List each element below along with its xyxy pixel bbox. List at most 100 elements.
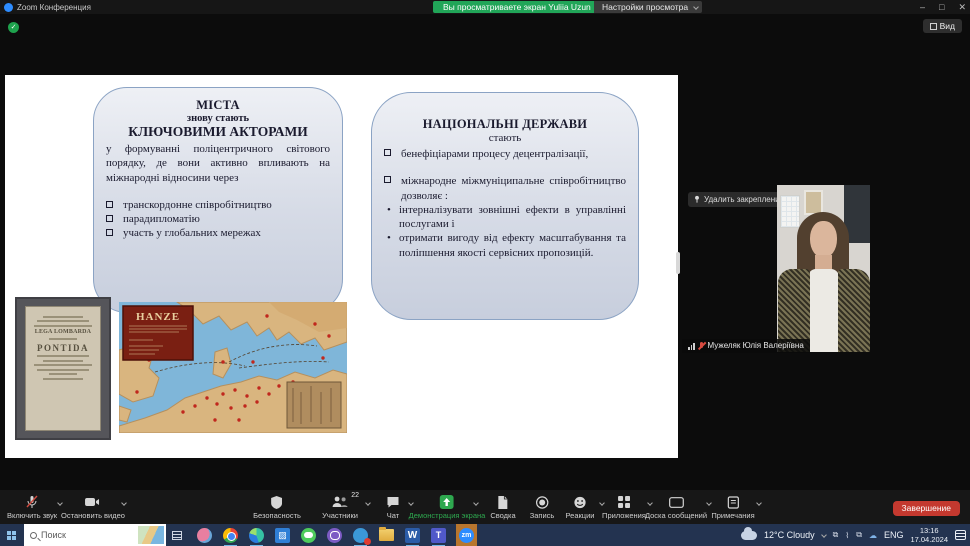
app-icon-chrome[interactable] <box>222 527 239 544</box>
security-shield-icon[interactable]: ✓ <box>8 22 19 33</box>
app-icon-file-explorer[interactable] <box>378 527 395 544</box>
hidden-icons-chevron[interactable] <box>821 532 827 538</box>
app-icon-teams[interactable]: T <box>430 527 447 544</box>
pontida-plaque-image: LEGA LOMBARDA PONTIDA <box>15 297 111 440</box>
close-button[interactable]: ✕ <box>958 2 966 13</box>
app-icon-mail[interactable]: ▨ <box>274 527 291 544</box>
onedrive-cloud-icon[interactable]: ☁ <box>869 531 877 540</box>
plaque-line <box>49 338 77 340</box>
weather-text[interactable]: 12°C Cloudy <box>764 530 815 540</box>
windows-taskbar: Поиск ▨ W T zm 12°C Cloudy ⧉ ⌇ ⧉ ☁ ENG <box>0 524 970 546</box>
participants-options-chevron[interactable] <box>365 500 371 506</box>
box1-bullet-list: транскордонне співробітництво парадиплом… <box>106 199 330 239</box>
box2-title: НАЦІОНАЛЬНІ ДЕРЖАВИ <box>384 117 626 132</box>
zoom-toolbar: Включить звук Остановить видео Безопасно… <box>0 490 970 524</box>
document-icon <box>497 495 508 509</box>
reactions-button[interactable]: Реакции <box>566 495 595 520</box>
box1-subtitle: знову стають <box>106 113 330 124</box>
slide-box-states: НАЦІОНАЛЬНІ ДЕРЖАВИ стають бенефіціарами… <box>371 92 639 320</box>
minimize-button[interactable]: – <box>920 2 925 12</box>
window-title: Zoom Конференция <box>17 3 91 12</box>
dot-bullet-icon: • <box>387 203 391 217</box>
whiteboard-button[interactable]: Доска сообщений <box>645 495 707 520</box>
plaque-line <box>34 364 92 366</box>
app-icon-paint3d[interactable] <box>196 527 213 544</box>
list-item: •отримати вигоду від ефекту масштабуванн… <box>384 231 626 260</box>
end-meeting-button[interactable]: Завершение <box>893 501 960 516</box>
record-button[interactable]: Запись <box>530 495 555 520</box>
hanse-map-image: HANZE <box>119 302 347 433</box>
search-placeholder: Поиск <box>41 530 66 540</box>
notes-icon <box>727 495 739 509</box>
start-button[interactable] <box>0 524 24 546</box>
square-bullet-icon <box>106 201 113 208</box>
share-screen-button[interactable]: Демонстрация экрана <box>409 495 486 520</box>
plaque-line <box>37 355 89 357</box>
security-button[interactable]: Безопасность <box>253 495 301 520</box>
share-screen-icon <box>440 495 454 509</box>
title-bar: Zoom Конференция Вы просматриваете экран… <box>0 0 970 14</box>
app-icon-wechat[interactable] <box>300 527 317 544</box>
list-item: парадипломатію <box>106 213 330 225</box>
notification-badge <box>364 538 371 545</box>
smiley-icon <box>573 495 586 509</box>
clock[interactable]: 13:16 17.04.2024 <box>910 526 948 545</box>
list-item: транскордонне співробітництво <box>106 199 330 211</box>
stop-video-button[interactable]: Остановить видео <box>61 495 125 520</box>
participants-button[interactable]: 22 Участники <box>322 495 358 520</box>
meeting-area: ✓ Вид МІСТА знову стають КЛЮЧОВИМИ АКТОР… <box>0 14 970 490</box>
person-shirt <box>808 269 839 352</box>
notification-center-icon[interactable] <box>955 530 966 540</box>
app-icon-messenger[interactable] <box>352 527 369 544</box>
box1-title2: КЛЮЧОВИМИ АКТОРАМИ <box>106 124 330 140</box>
plaque-line <box>34 325 92 327</box>
notes-options-chevron[interactable] <box>756 500 762 506</box>
app-icon-viber[interactable] <box>326 527 343 544</box>
dot-bullet-icon: • <box>387 231 391 245</box>
weather-cloud-icon[interactable] <box>741 531 757 540</box>
record-icon <box>535 495 548 509</box>
chat-button[interactable]: Чат <box>387 495 400 520</box>
view-button[interactable]: Вид <box>923 19 962 33</box>
app-icon-edge[interactable] <box>248 527 265 544</box>
apps-button[interactable]: Приложения <box>602 495 646 520</box>
language-indicator[interactable]: ENG <box>884 530 904 540</box>
wifi-icon[interactable]: ⌇ <box>845 531 849 540</box>
app-icon-zoom-active[interactable]: zm <box>456 524 477 546</box>
tray-page-icon[interactable]: ⧉ <box>833 530 839 540</box>
chevron-down-icon <box>693 4 699 10</box>
participant-name: Мужеляк Юлія Валеріївна <box>708 339 804 353</box>
plaque-line <box>37 320 89 322</box>
zoom-window: Zoom Конференция Вы просматриваете экран… <box>0 0 970 546</box>
signal-strength-icon <box>688 343 695 350</box>
task-view-button[interactable] <box>166 524 188 546</box>
taskbar-search-input[interactable]: Поиск <box>24 524 166 546</box>
panel-collapse-handle[interactable] <box>676 252 680 274</box>
summary-button[interactable]: Сводка <box>490 495 515 520</box>
app-icon-word[interactable]: W <box>404 527 421 544</box>
participant-video[interactable] <box>777 185 870 352</box>
box1-title: МІСТА <box>106 98 330 113</box>
slide-box-cities: МІСТА знову стають КЛЮЧОВИМИ АКТОРАМИ у … <box>93 87 343 313</box>
unmute-button[interactable]: Включить звук <box>7 495 57 520</box>
system-tray: 12°C Cloudy ⧉ ⌇ ⧉ ☁ ENG 13:16 17.04.2024 <box>741 524 970 546</box>
square-bullet-icon <box>106 229 113 236</box>
pin-icon <box>693 195 701 203</box>
box2-sub-bullets: •інтерналізувати зовнішні ефекти в управ… <box>384 203 626 260</box>
remove-pin-button[interactable]: Удалить закрепление <box>688 192 791 207</box>
muted-mic-icon <box>698 342 705 351</box>
participant-name-tag: Мужеляк Юлія Валеріївна <box>682 339 810 353</box>
whiteboard-icon <box>668 495 683 509</box>
zoom-app-icon <box>4 3 13 12</box>
notes-button[interactable]: Примечания <box>711 495 754 520</box>
plaque-line <box>43 360 83 362</box>
task-view-icon <box>172 531 182 540</box>
tray-display-icon[interactable]: ⧉ <box>856 530 862 540</box>
square-bullet-icon <box>106 215 113 222</box>
box2-bullet-list: бенефіціарами процесу децентралізації, м… <box>384 147 626 203</box>
shield-icon <box>272 495 283 509</box>
svg-text:HANZE: HANZE <box>136 311 180 323</box>
maximize-button[interactable]: □ <box>939 2 944 12</box>
view-settings-button[interactable]: Настройки просмотра <box>594 1 702 13</box>
search-daily-image[interactable] <box>138 526 164 544</box>
